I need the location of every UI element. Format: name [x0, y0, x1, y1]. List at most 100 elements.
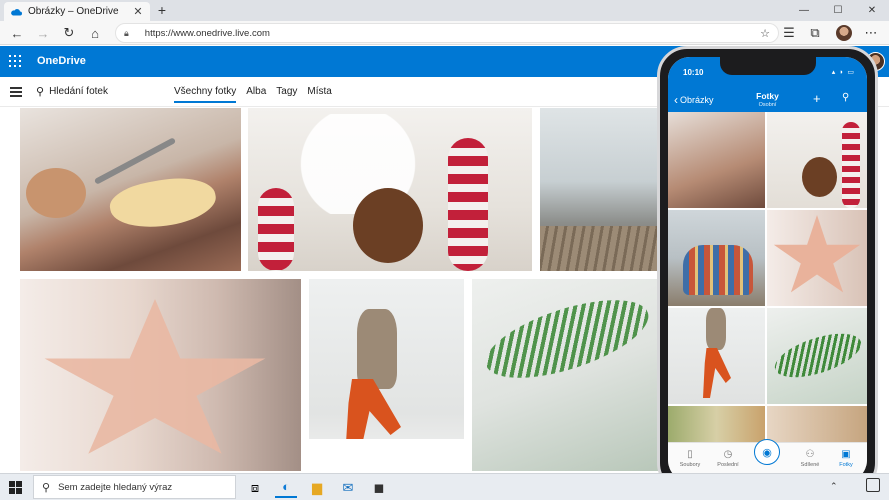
photo-detail	[353, 188, 423, 263]
photo-detail	[93, 137, 177, 185]
photo-detail	[26, 168, 86, 218]
system-tray[interactable]: ⌃	[830, 481, 838, 492]
photo-detail	[106, 171, 220, 235]
phone-photo[interactable]	[767, 406, 867, 442]
notifications-icon[interactable]	[866, 478, 880, 492]
edge-browser-icon[interactable]: ◐	[275, 477, 297, 498]
camera-button[interactable]: ◉	[754, 439, 780, 465]
onedrive-brand[interactable]: OneDrive	[37, 55, 86, 67]
browser-navigation-bar: ← → ↻ ⌂ 🔒︎ https://www.onedrive.live.com…	[0, 21, 889, 45]
phone-screen: 10:10 ▴ ◗ ▭ ‹ Obrázky Fotky Osobní + ⚲ ▯	[668, 57, 867, 482]
app-launcher-icon[interactable]	[9, 55, 21, 67]
people-icon: ⚇	[805, 449, 815, 460]
tab-all-photos[interactable]: Všechny fotky	[174, 86, 237, 103]
minimize-button[interactable]: —	[787, 0, 821, 21]
onedrive-cloud-icon	[11, 8, 22, 15]
photo-detail	[44, 299, 266, 454]
photo-search[interactable]: ⚲ Hledání fotek	[36, 85, 108, 98]
taskbar-search-placeholder: Sem zadejte hledaný výraz	[58, 481, 173, 493]
photo-thumbnail[interactable]	[20, 279, 301, 471]
store-icon[interactable]: ◼	[368, 477, 390, 498]
phone-search-icon[interactable]: ⚲	[842, 92, 849, 103]
tab-tags[interactable]: Tagy	[276, 86, 297, 103]
photo-thumbnail[interactable]	[248, 108, 532, 271]
photo-icon: ▣	[841, 449, 851, 460]
phone-header: 10:10 ▴ ◗ ▭ ‹ Obrázky Fotky Osobní + ⚲	[668, 57, 867, 112]
back-arrow-icon[interactable]: ←	[8, 24, 26, 42]
new-tab-button[interactable]: +	[155, 3, 169, 17]
photo-detail	[357, 309, 397, 389]
photo-detail	[802, 157, 837, 197]
windows-start-icon[interactable]	[9, 481, 22, 494]
photo-detail	[268, 114, 448, 214]
phone-photo[interactable]	[668, 406, 765, 442]
photo-detail	[769, 324, 867, 387]
phone-nav-label: Sdílené	[800, 462, 820, 468]
phone-nav-recent[interactable]: ◷ Poslední	[710, 449, 746, 468]
menu-icon[interactable]	[10, 87, 22, 97]
phone-nav-label: Fotky	[839, 462, 853, 468]
search-icon: ⚲	[42, 481, 51, 494]
close-window-button[interactable]: ✕	[855, 0, 889, 21]
photo-detail	[258, 188, 294, 271]
phone-notch	[720, 57, 816, 75]
phone-photo[interactable]	[767, 308, 867, 404]
search-label: Hledání fotek	[49, 86, 108, 97]
add-icon[interactable]: +	[813, 91, 821, 106]
taskbar-search-box[interactable]: ⚲ Sem zadejte hledaný výraz	[33, 475, 236, 499]
phone-photo[interactable]	[668, 308, 765, 404]
photo-tabs: Všechny fotky Alba Tagy Místa	[174, 86, 342, 103]
phone-nav-label: Soubory	[679, 462, 701, 468]
photo-detail	[540, 226, 660, 271]
file-explorer-icon[interactable]: ▆	[306, 477, 328, 498]
maximize-button[interactable]: ☐	[821, 0, 855, 21]
collections-icon[interactable]: ⧉	[806, 24, 824, 42]
photo-thumbnail[interactable]	[20, 108, 241, 271]
photo-detail	[683, 245, 753, 295]
phone-photo[interactable]	[767, 210, 867, 306]
window-controls: — ☐ ✕	[787, 0, 889, 21]
mail-icon[interactable]: ✉	[337, 477, 359, 498]
photo-thumbnail[interactable]	[540, 108, 660, 271]
phone-photo[interactable]	[767, 112, 867, 208]
windows-taskbar: ⚲ Sem zadejte hledaný výraz ⧈ ◐ ▆ ✉ ◼ ⌃	[0, 473, 889, 500]
task-view-icon[interactable]: ⧈	[244, 477, 266, 498]
photo-detail	[706, 308, 726, 350]
phone-title: Fotky	[756, 91, 779, 101]
tab-places[interactable]: Místa	[307, 86, 331, 103]
phone-nav-shared[interactable]: ⚇ Sdílené	[792, 449, 828, 468]
file-icon: ▯	[687, 449, 693, 460]
photo-detail	[448, 138, 488, 271]
address-url: https://www.onedrive.live.com	[144, 27, 270, 39]
search-icon: ⚲	[36, 86, 45, 98]
photo-thumbnail[interactable]	[309, 279, 464, 471]
address-bar[interactable]: 🔒︎ https://www.onedrive.live.com ☆	[115, 23, 779, 43]
phone-mockup: 10:10 ▴ ◗ ▭ ‹ Obrázky Fotky Osobní + ⚲ ▯	[657, 46, 878, 493]
home-icon[interactable]: ⌂	[86, 24, 104, 42]
browser-tab[interactable]: Obrázky – OneDrive ✕	[4, 2, 150, 21]
favorites-list-icon[interactable]: ☰	[780, 24, 798, 42]
photo-detail	[309, 439, 464, 471]
phone-photo-grid	[668, 112, 867, 442]
phone-nav-files[interactable]: ▯ Soubory	[672, 449, 708, 468]
favorite-star-icon[interactable]: ☆	[760, 27, 770, 40]
phone-time: 10:10	[683, 68, 704, 77]
profile-avatar[interactable]	[836, 25, 852, 41]
browser-tab-title: Obrázky – OneDrive	[28, 6, 119, 17]
photo-detail	[476, 284, 658, 394]
phone-photo[interactable]	[668, 210, 765, 306]
photo-detail	[703, 348, 731, 398]
refresh-icon[interactable]: ↻	[60, 24, 78, 42]
lock-icon: 🔒︎	[124, 27, 129, 38]
phone-nav-photos[interactable]: ▣ Fotky	[828, 449, 864, 468]
clock-icon: ◷	[723, 449, 733, 460]
more-options-icon[interactable]: ⋯	[862, 24, 880, 42]
phone-photo[interactable]	[668, 112, 765, 208]
phone-status-icons: ▴ ◗ ▭	[831, 69, 855, 76]
forward-arrow-icon[interactable]: →	[34, 24, 52, 42]
close-tab-icon[interactable]: ✕	[132, 5, 144, 18]
photo-detail	[773, 215, 861, 293]
photo-thumbnail[interactable]	[472, 279, 662, 471]
photo-detail	[842, 122, 860, 208]
tab-albums[interactable]: Alba	[246, 86, 266, 103]
